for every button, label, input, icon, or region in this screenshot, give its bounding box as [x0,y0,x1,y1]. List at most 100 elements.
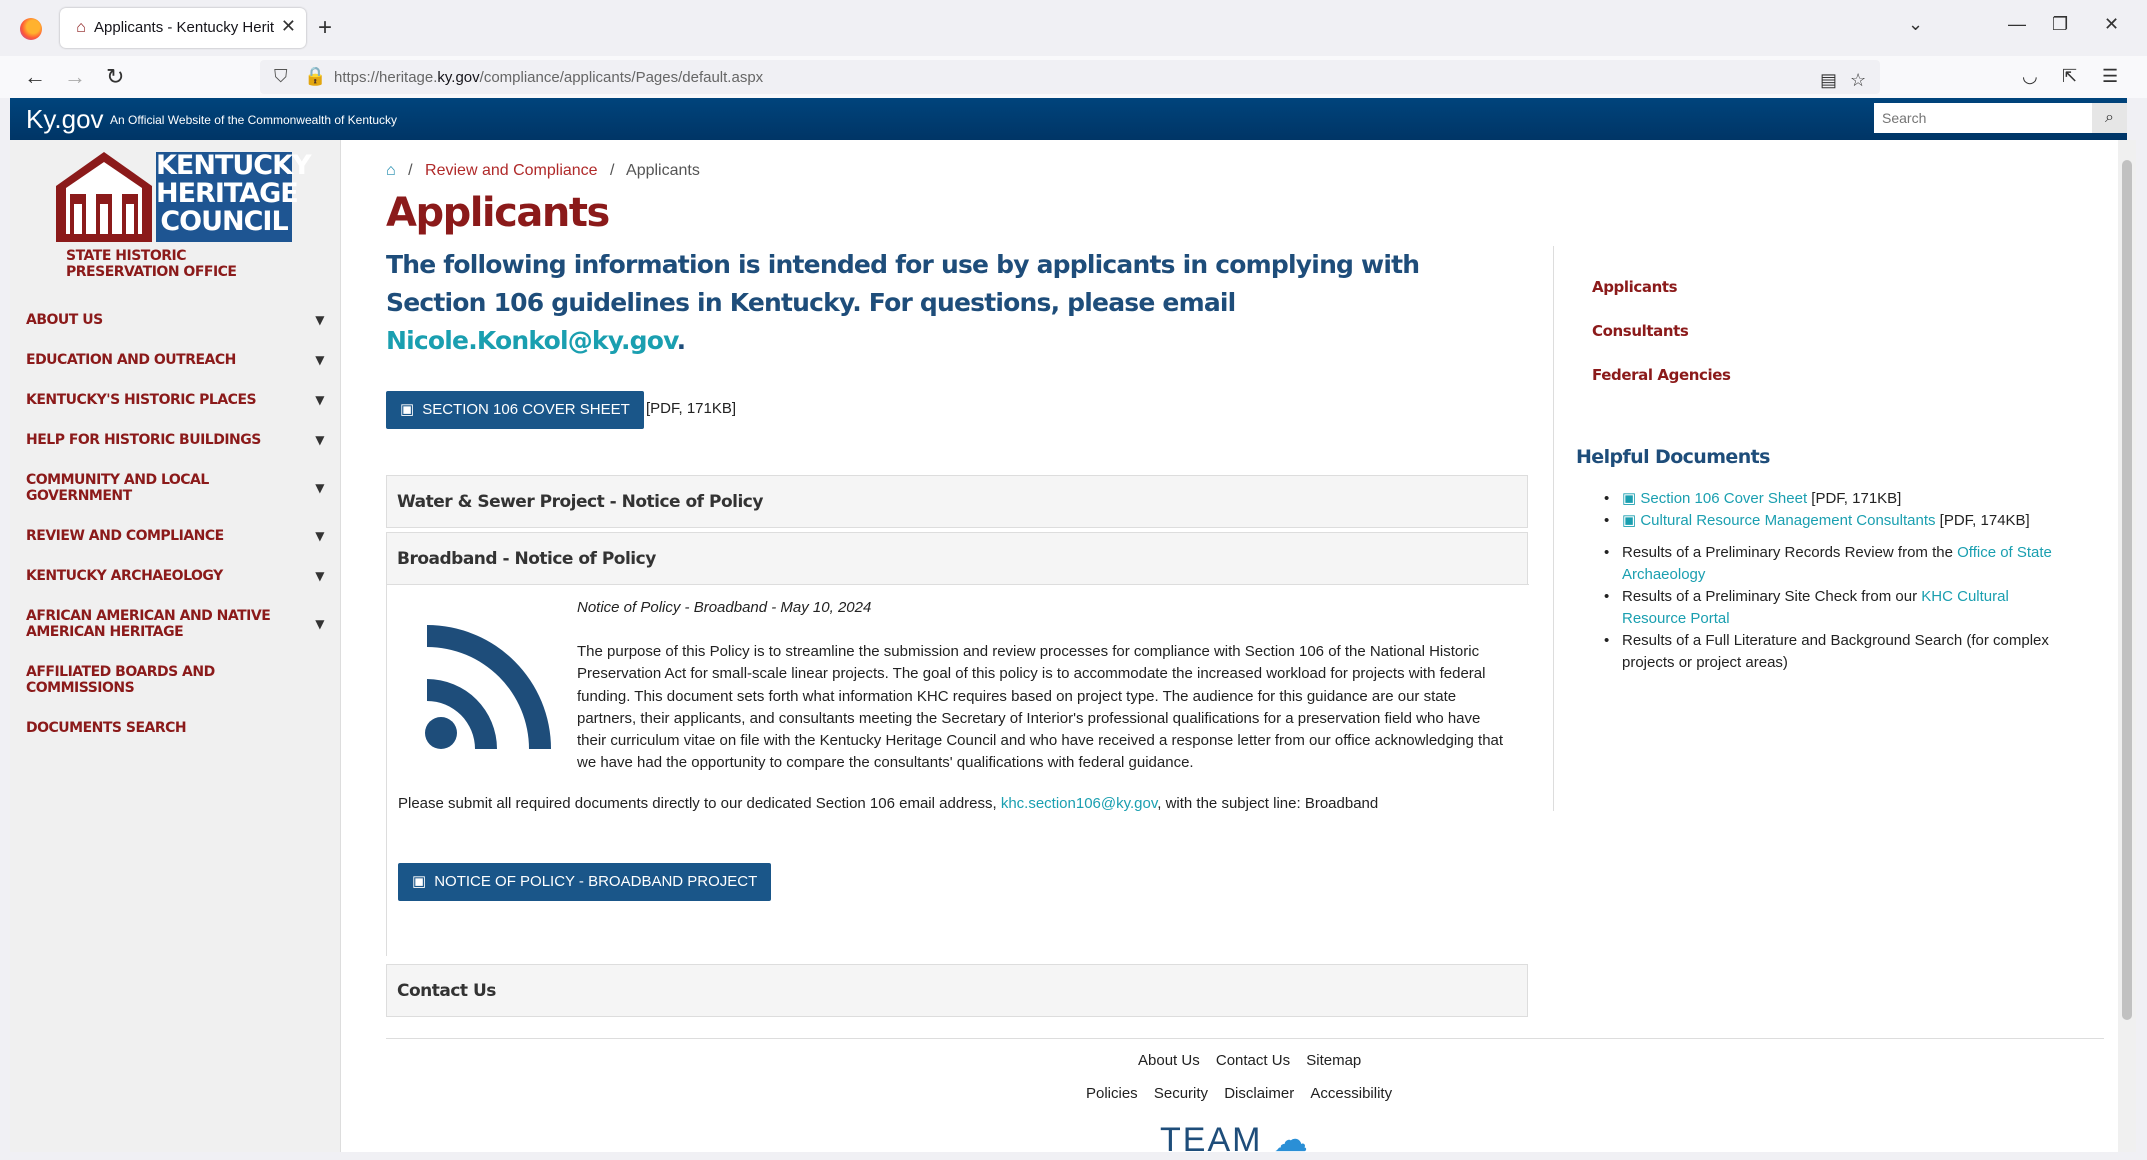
lock-icon[interactable]: 🔒 [304,66,326,87]
list-item: Results of a Preliminary Site Check from… [1600,586,2070,630]
search-input[interactable] [1874,103,2092,133]
footer-sitemap-link[interactable]: Sitemap [1306,1052,1361,1069]
caret-down-icon[interactable]: ▼ [315,617,324,631]
back-icon[interactable]: ← [24,64,46,90]
accordion-water-title[interactable]: Water & Sewer Project - Notice of Policy [387,476,1527,528]
footer-disclaimer-link[interactable]: Disclaimer [1224,1085,1294,1102]
caret-down-icon[interactable]: ▼ [315,313,324,327]
sidebar-item[interactable]: AFFILIATED BOARDS AND COMMISSIONS [10,652,340,708]
minimize-icon[interactable]: — [2008,14,2026,35]
accordion-contact[interactable]: Contact Us [386,964,1528,1017]
home-icon[interactable]: ⌂ [386,162,396,179]
right-nav-consultants[interactable]: Consultants [1592,322,1731,366]
intro-text: The following information is intended fo… [386,250,1420,355]
accordion-contact-title[interactable]: Contact Us [387,965,1527,1017]
tab-close-icon[interactable]: ✕ [281,16,296,37]
khc-house-logo-icon [56,152,152,242]
footer-policies-link[interactable]: Policies [1086,1085,1138,1102]
rss-feed-icon [425,625,551,749]
url-bar[interactable]: ⛉ 🔒 https://heritage.ky.gov/compliance/a… [260,60,1880,94]
menu-hamburger-icon[interactable]: ☰ [2102,66,2118,87]
url-text[interactable]: https://heritage.ky.gov/compliance/appli… [334,69,763,86]
forward-icon[interactable]: → [64,64,86,90]
caret-down-icon[interactable]: ▼ [315,529,324,543]
page-scrollbar[interactable] [2118,140,2136,1152]
reader-view-icon[interactable]: ▤ [1820,70,1837,91]
footer-about-link[interactable]: About Us [1138,1052,1200,1069]
khc-favicon-icon: ⌂ [76,19,86,36]
logo-wordmark: KENTUCKY HERITAGE COUNCIL [156,152,312,242]
logo-subtitle: STATE HISTORIC PRESERVATION OFFICE [66,248,237,280]
breadcrumb: ⌂ / Review and Compliance / Applicants [386,162,700,179]
footer-divider [386,1038,2104,1039]
kygov-header: Ky.gov An Official Website of the Common… [10,98,2127,140]
intro-email-link[interactable]: Nicole.Konkol@ky.gov [386,326,677,355]
sidebar-item[interactable]: EDUCATION AND OUTREACH ▼ [10,340,340,380]
bookmark-star-icon[interactable]: ☆ [1850,70,1866,91]
broadband-policy-button[interactable]: ▣ NOTICE OF POLICY - BROADBAND PROJECT [398,863,772,901]
breadcrumb-review-link[interactable]: Review and Compliance [425,162,598,179]
caret-down-icon[interactable]: ▼ [315,353,324,367]
scroll-thumb[interactable] [2122,160,2132,1020]
footer-contact-link[interactable]: Contact Us [1216,1052,1290,1069]
sidebar-item[interactable]: COMMUNITY AND LOCAL GOVERNMENT ▼ [10,460,340,516]
page-content: KENTUCKY HERITAGE COUNCIL STATE HISTORIC… [10,140,2120,1159]
doc-crm-consultants-link[interactable]: Cultural Resource Management Consultants [1640,512,1935,529]
sidebar-item-label: AFRICAN AMERICAN AND NATIVE AMERICAN HER… [26,608,271,640]
notice-body: The purpose of this Policy is to streaml… [577,643,1504,772]
footer-links-row1: About Us Contact Us Sitemap [1132,1052,1367,1069]
doc-cover-sheet-link[interactable]: Section 106 Cover Sheet [1640,490,1807,507]
shield-icon[interactable]: ⛉ [274,66,288,87]
kygov-logo[interactable]: Ky.gov [26,104,104,135]
caret-down-icon[interactable]: ▼ [315,569,324,583]
sidebar-item-label: DOCUMENTS SEARCH [26,720,187,736]
broadband-panel: Notice of Policy - Broadband - May 10, 2… [387,584,1529,957]
extensions-icon[interactable]: ⇱ [2062,66,2077,87]
sidebar-item-label: COMMUNITY AND LOCAL GOVERNMENT [26,472,209,504]
right-nav-federal-agencies[interactable]: Federal Agencies [1592,366,1731,410]
caret-down-icon[interactable]: ▼ [315,393,324,407]
caret-down-icon[interactable]: ▼ [315,481,324,495]
page-title: Applicants [386,190,610,236]
close-window-icon[interactable]: ✕ [2104,14,2119,35]
kygov-tagline: An Official Website of the Commonwealth … [110,113,398,127]
footer-accessibility-link[interactable]: Accessibility [1310,1085,1392,1102]
accordion-water-sewer[interactable]: Water & Sewer Project - Notice of Policy [386,475,1528,528]
sidebar-item[interactable]: DOCUMENTS SEARCH [10,708,340,748]
list-item: Results of a Preliminary Records Review … [1600,542,2070,586]
footer-security-link[interactable]: Security [1154,1085,1208,1102]
helpful-documents-list: ▣ Section 106 Cover Sheet [PDF, 171KB] ▣… [1600,488,2070,674]
sidebar-item[interactable]: HELP FOR HISTORIC BUILDINGS ▼ [10,420,340,460]
search-icon[interactable]: ⌕ [2092,103,2127,133]
sidebar-item-label: AFFILIATED BOARDS AND COMMISSIONS [26,664,215,696]
team-kentucky-logo[interactable]: TEAM ☁ [1160,1120,1310,1160]
browser-tab-bar: ⌂ Applicants - Kentucky Heritage Council… [0,0,2147,56]
pdf-icon: ▣ [400,401,415,418]
section106-email-link[interactable]: khc.section106@ky.gov [1001,795,1157,812]
sidebar-item-label: ABOUT US [26,312,103,328]
new-tab-icon[interactable]: + [318,14,332,42]
sidebar-item[interactable]: AFRICAN AMERICAN AND NATIVE AMERICAN HER… [10,596,340,652]
sidebar-item[interactable]: KENTUCKY ARCHAEOLOGY ▼ [10,556,340,596]
restore-icon[interactable]: ❐ [2052,14,2068,35]
list-tabs-icon[interactable]: ⌄ [1908,14,1923,35]
sidebar-item[interactable]: REVIEW AND COMPLIANCE ▼ [10,516,340,556]
accordion-broadband[interactable]: Broadband - Notice of Policy Notice of P… [386,532,1529,957]
kentucky-state-icon: ☁ [1262,1121,1310,1159]
right-nav-applicants[interactable]: Applicants [1592,278,1731,322]
khc-logo[interactable]: KENTUCKY HERITAGE COUNCIL STATE HISTORIC… [56,152,312,280]
reload-icon[interactable]: ↻ [106,64,124,90]
sidebar-item[interactable]: KENTUCKY'S HISTORIC PLACES ▼ [10,380,340,420]
sidebar-item[interactable]: ABOUT US ▼ [10,300,340,340]
browser-tab-active[interactable]: ⌂ Applicants - Kentucky Heritage Council… [60,8,306,48]
helpful-documents-heading: Helpful Documents [1576,446,1770,468]
cover-sheet-button[interactable]: ▣ SECTION 106 COVER SHEET [386,391,644,429]
list-item: ▣ Cultural Resource Management Consultan… [1600,510,2070,532]
breadcrumb-current: Applicants [626,162,700,179]
caret-down-icon[interactable]: ▼ [315,433,324,447]
sidebar-item-label: HELP FOR HISTORIC BUILDINGS [26,432,261,448]
accordion-broadband-title[interactable]: Broadband - Notice of Policy [387,533,1527,585]
pocket-icon[interactable]: ◡ [2022,66,2038,87]
browser-nav-bar: ← → ↻ ⛉ 🔒 https://heritage.ky.gov/compli… [0,56,2147,98]
footer-links-row2: Policies Security Disclaimer Accessibili… [1080,1085,1398,1102]
